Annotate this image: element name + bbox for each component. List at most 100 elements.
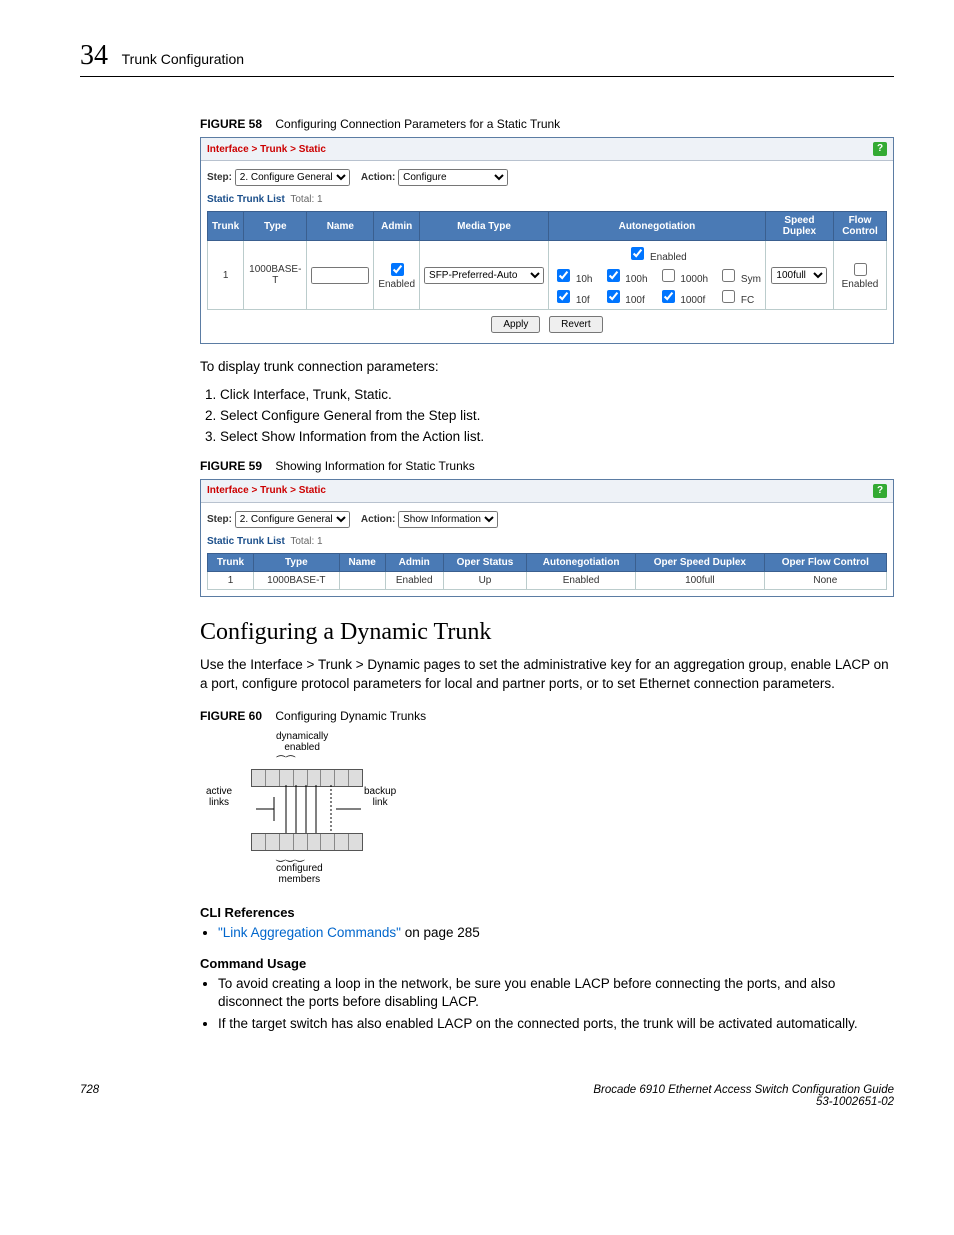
list-total-label: Total: (290, 194, 314, 205)
figure58-panel: Interface > Trunk > Static ? Step: 2. Co… (200, 137, 894, 344)
section-heading: Configuring a Dynamic Trunk (200, 619, 894, 646)
cap-1000f[interactable]: 1000f (658, 287, 709, 306)
th-oper: Oper Status (443, 553, 526, 571)
step-select[interactable]: 2. Configure General (235, 169, 350, 186)
step-item: Select Show Information from the Action … (220, 429, 894, 444)
link-aggregation-link[interactable]: "Link Aggregation Commands" (218, 925, 401, 940)
th-autoneg: Autonegotiation (549, 212, 766, 241)
steps-list: Click Interface, Trunk, Static. Select C… (220, 387, 894, 444)
revert-button[interactable] (549, 316, 602, 333)
breadcrumb: Interface > Trunk > Static (207, 485, 326, 496)
usage-item: If the target switch has also enabled LA… (218, 1015, 894, 1033)
link-suffix: on page 285 (401, 925, 480, 940)
table-header-row: Trunk Type Name Admin Oper Status Autone… (208, 553, 887, 571)
th-type: Type (244, 212, 307, 241)
step-item: Select Configure General from the Step l… (220, 408, 894, 423)
usage-item: To avoid creating a loop in the network,… (218, 975, 894, 1011)
th-speed: Oper Speed Duplex (636, 553, 765, 571)
chapter-title: Trunk Configuration (122, 51, 244, 67)
figure58-caption: FIGURE 58 Configuring Connection Paramet… (200, 117, 894, 131)
links-icon (246, 785, 366, 833)
figure59-caption: FIGURE 59 Showing Information for Static… (200, 459, 894, 473)
action-select[interactable]: Configure (398, 169, 508, 186)
list-title: Static Trunk List (207, 194, 285, 205)
dynamic-trunk-diagram: dynamically enabled ⏜⏜ active links back… (206, 731, 406, 891)
dyn-para: Use the Interface > Trunk > Dynamic page… (200, 656, 894, 694)
figure58-label: FIGURE 58 (200, 117, 262, 131)
apply-button[interactable] (491, 316, 540, 333)
chapter-number: 34 (80, 40, 108, 71)
list-title: Static Trunk List (207, 536, 285, 547)
trunk-table: Trunk Type Name Admin Media Type Autoneg… (207, 211, 887, 310)
speed-select[interactable]: 100full (771, 267, 827, 284)
th-admin: Admin (374, 212, 420, 241)
th-name: Name (339, 553, 385, 571)
th-media: Media Type (420, 212, 549, 241)
cell-admin: Enabled (385, 571, 443, 589)
figure60-label: FIGURE 60 (200, 709, 262, 723)
cap-100h[interactable]: 100h (603, 266, 648, 285)
flow-checkbox[interactable] (854, 263, 867, 276)
cell-type: 1000BASE-T (254, 571, 340, 589)
page-header: 34 Trunk Configuration (80, 40, 894, 77)
figure60-caption: FIGURE 60 Configuring Dynamic Trunks (200, 709, 894, 723)
table-header-row: Trunk Type Name Admin Media Type Autoneg… (208, 212, 887, 241)
th-trunk: Trunk (208, 212, 244, 241)
step-label: Step: (207, 514, 232, 525)
th-type: Type (254, 553, 340, 571)
th-autoneg: Autonegotiation (527, 553, 636, 571)
action-label: Action: (361, 514, 395, 525)
th-trunk: Trunk (208, 553, 254, 571)
footer-docnum: 53-1002651-02 (816, 1096, 894, 1108)
figure58-title: Configuring Connection Parameters for a … (275, 117, 560, 131)
cli-heading: CLI References (200, 905, 894, 920)
switch-bottom-icon (251, 833, 363, 851)
table-row: 1 1000BASE-T Enabled SFP-Preferred-Auto … (208, 241, 887, 310)
breadcrumb: Interface > Trunk > Static (207, 144, 326, 155)
usage-list: To avoid creating a loop in the network,… (218, 975, 894, 1034)
cli-link-item: "Link Aggregation Commands" on page 285 (218, 924, 894, 942)
intro-59: To display trunk connection parameters: (200, 358, 894, 377)
list-total-label: Total: (290, 536, 314, 547)
figure59-label: FIGURE 59 (200, 459, 262, 473)
info-table: Trunk Type Name Admin Oper Status Autone… (207, 553, 887, 590)
cell-flow: Enabled (833, 241, 886, 310)
cap-100f[interactable]: 100f (603, 287, 648, 306)
cap-fc[interactable]: FC (718, 287, 761, 306)
cap-10f[interactable]: 10f (553, 287, 592, 306)
media-select[interactable]: SFP-Preferred-Auto (424, 267, 544, 284)
cell-speed: 100full (636, 571, 765, 589)
cell-oper: Up (443, 571, 526, 589)
controls-row: Step: 2. Configure General Action: Confi… (207, 169, 887, 186)
flow-label: Enabled (842, 279, 879, 290)
lbl-active: active links (206, 786, 232, 808)
list-total: 1 (317, 194, 323, 205)
usage-heading: Command Usage (200, 956, 894, 971)
th-flow: Flow Control (833, 212, 886, 241)
cell-type: 1000BASE-T (244, 241, 307, 310)
footer-page: 728 (80, 1084, 99, 1108)
cap-10h[interactable]: 10h (553, 266, 592, 285)
figure59-panel: Interface > Trunk > Static ? Step: 2. Co… (200, 479, 894, 597)
step-label: Step: (207, 172, 232, 183)
lbl-configured: configured members (276, 863, 323, 885)
autoneg-enabled[interactable]: Enabled (627, 252, 686, 263)
lbl-dynamic: dynamically enabled (276, 731, 328, 753)
autoneg-enabled-checkbox[interactable] (631, 247, 644, 260)
page-footer: 728 Brocade 6910 Ethernet Access Switch … (80, 1084, 894, 1108)
admin-label: Enabled (378, 279, 415, 290)
help-icon[interactable]: ? (873, 484, 887, 498)
cell-autoneg: Enabled 10h 100h 1000h Sym 10f 100f 1000… (549, 241, 766, 310)
th-flow: Oper Flow Control (764, 553, 886, 571)
step-item: Click Interface, Trunk, Static. (220, 387, 894, 402)
admin-checkbox[interactable] (391, 263, 404, 276)
name-input[interactable] (311, 267, 369, 284)
cell-admin: Enabled (374, 241, 420, 310)
step-select[interactable]: 2. Configure General (235, 511, 350, 528)
cap-1000h[interactable]: 1000h (658, 266, 709, 285)
action-select[interactable]: Show Information (398, 511, 498, 528)
help-icon[interactable]: ? (873, 142, 887, 156)
cap-sym[interactable]: Sym (718, 266, 761, 285)
figure59-title: Showing Information for Static Trunks (275, 459, 474, 473)
footer-book: Brocade 6910 Ethernet Access Switch Conf… (593, 1084, 894, 1096)
